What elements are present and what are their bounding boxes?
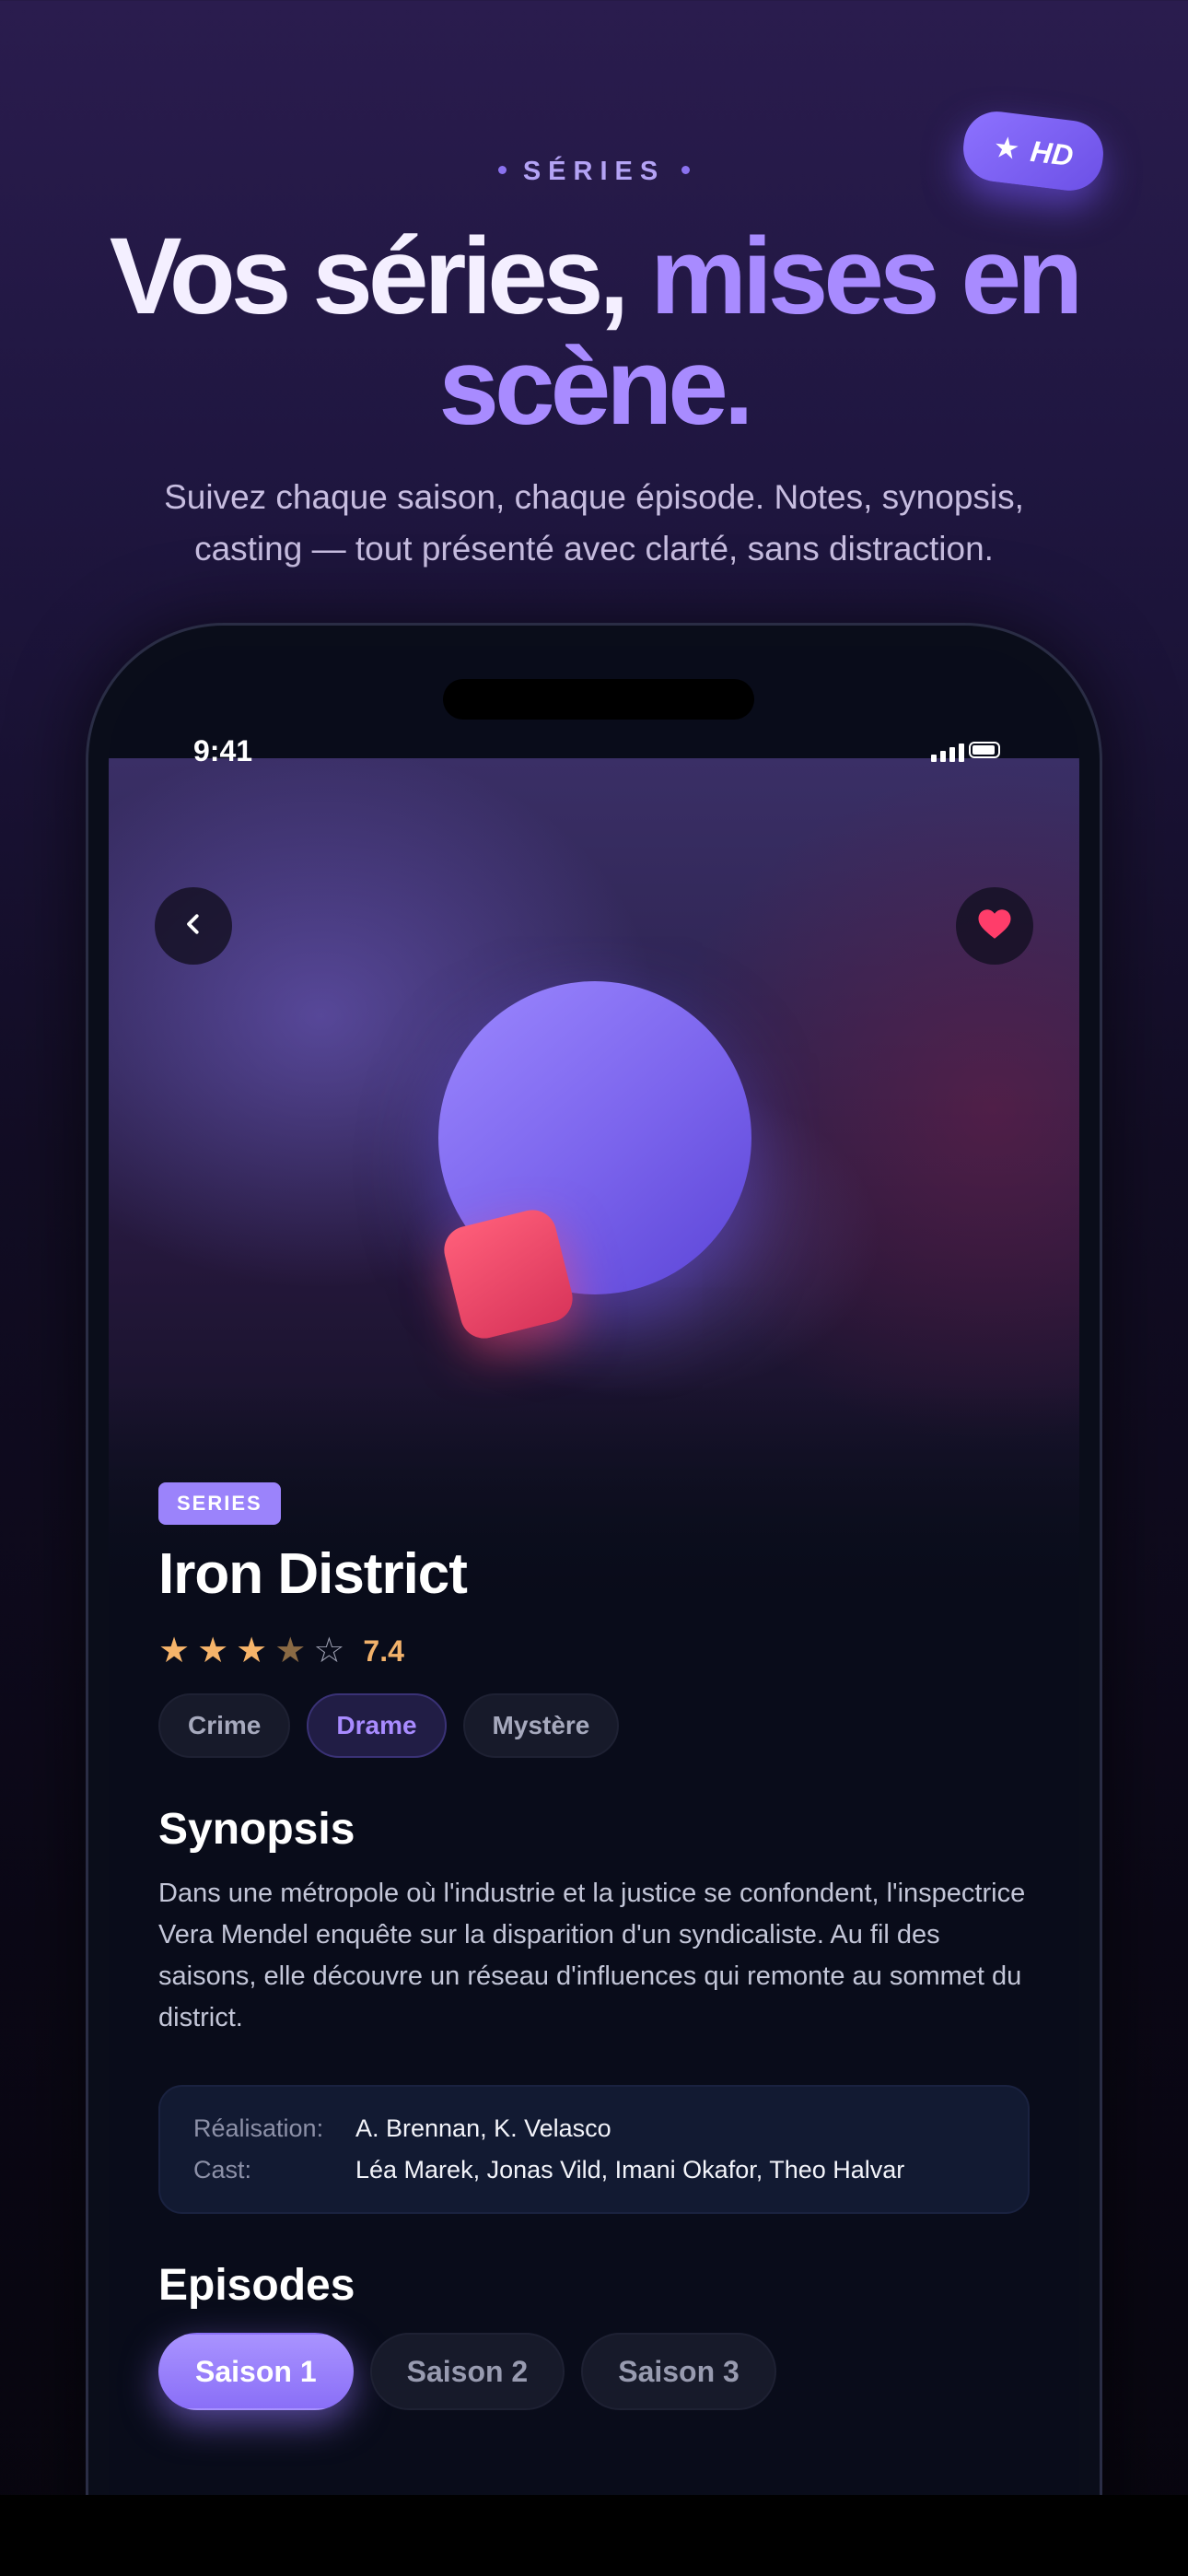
headline-purple-1: mises en: [650, 216, 1083, 337]
headline-white: Vos séries,: [109, 216, 629, 337]
synopsis-heading: Synopsis: [158, 1805, 355, 1854]
signal-bars-icon: [931, 742, 964, 762]
star-filled-icon: ★: [197, 1632, 229, 1670]
status-bar: 9:41: [109, 729, 1079, 775]
chevron-left-icon: [180, 910, 207, 943]
bottom-bar: [0, 2495, 1188, 2576]
show-artwork: [109, 758, 1079, 1606]
headline-purple-2: scène.: [438, 326, 753, 448]
credit-value-direction: A. Brennan, K. Velasco: [355, 2114, 611, 2142]
back-button[interactable]: [155, 887, 232, 965]
genre-list: Crime Drame Mystère: [158, 1693, 1030, 1758]
rating-value: 7.4: [363, 1633, 404, 1668]
page-headline: Vos séries, mises en scène.: [0, 221, 1188, 442]
credits-card: Réalisation: A. Brennan, K. Velasco Cast…: [158, 2085, 1030, 2214]
page-subhead: Suivez chaque saison, chaque épisode. No…: [164, 478, 1024, 568]
genre-chip-mystere[interactable]: Mystère: [462, 1693, 620, 1758]
phone-screen: 9:41 SERIES Iron District ★ ★ ★ ★ ☆ 7.4 …: [109, 646, 1079, 2576]
star-half-icon: ★: [274, 1632, 307, 1670]
season-tabs: Saison 1 Saison 2 Saison 3: [158, 2333, 1030, 2410]
battery-icon: [969, 742, 1000, 758]
heart-icon: [975, 905, 1014, 948]
star-filled-icon: ★: [158, 1632, 191, 1670]
section-eyebrow: SÉRIES: [0, 157, 1188, 187]
favorite-button[interactable]: [956, 887, 1033, 965]
dot-icon: [681, 165, 691, 174]
genre-chip-crime[interactable]: Crime: [158, 1693, 291, 1758]
synopsis-text: Dans une métropole où l'industrie et la …: [158, 1879, 1026, 2032]
tab-season-3[interactable]: Saison 3: [581, 2333, 776, 2410]
star-empty-icon: ☆: [313, 1632, 345, 1670]
credit-value-cast: Léa Marek, Jonas Vild, Imani Okafor, The…: [355, 2156, 905, 2184]
genre-chip-drame[interactable]: Drame: [307, 1693, 447, 1758]
rating: ★ ★ ★ ★ ☆ 7.4: [158, 1633, 1030, 1669]
show-title: Iron District: [158, 1542, 468, 1606]
status-time: 9:41: [193, 734, 253, 767]
dynamic-island: [443, 679, 754, 720]
phone-frame: 9:41 SERIES Iron District ★ ★ ★ ★ ☆ 7.4 …: [86, 623, 1102, 2576]
credit-label-direction: Réalisation:: [193, 2114, 324, 2142]
episodes-heading: Episodes: [158, 2261, 355, 2310]
tab-season-2[interactable]: Saison 2: [369, 2333, 565, 2410]
credit-label-cast: Cast:: [193, 2156, 252, 2184]
dot-icon: [497, 165, 507, 174]
tab-season-1[interactable]: Saison 1: [158, 2333, 354, 2410]
show-details: SERIES Iron District ★ ★ ★ ★ ☆ 7.4 Crime…: [158, 1482, 1030, 2410]
type-badge: SERIES: [158, 1482, 281, 1525]
eyebrow-label: SÉRIES: [522, 157, 666, 186]
star-filled-icon: ★: [236, 1632, 268, 1670]
